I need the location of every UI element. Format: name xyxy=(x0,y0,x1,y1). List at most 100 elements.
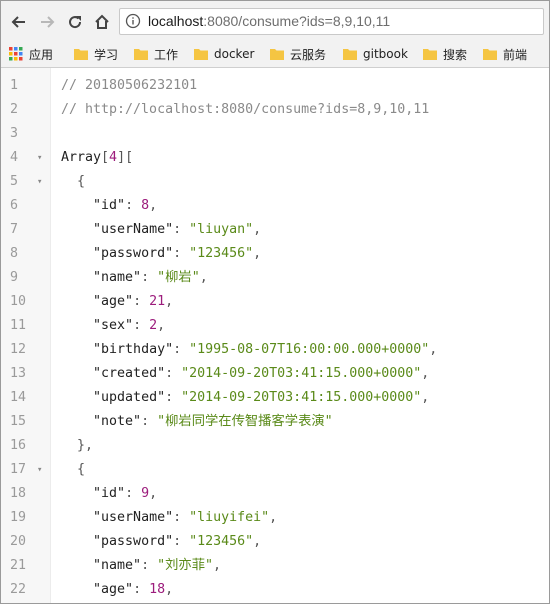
code-line: 3 xyxy=(1,122,549,146)
line-number: 8 xyxy=(10,246,19,261)
fold-toggle-icon[interactable]: ▾ xyxy=(37,170,45,194)
code-line: 22 "age": 18, xyxy=(1,578,549,602)
code-line: 15 "note": "柳岩同学在传智播客学表演" xyxy=(1,410,549,434)
comment-token: // 20180506232101 xyxy=(61,78,198,93)
string-token: "2014-09-20T03:41:15.000+0000" xyxy=(181,390,422,405)
line-number: 13 xyxy=(10,366,27,381)
line-number: 2 xyxy=(10,102,19,117)
bookmark-folder[interactable]: 前端 xyxy=(483,46,527,62)
json-viewer[interactable]: 1 // 20180506232101 2 // http://localhost:8… xyxy=(1,68,549,603)
punctuation-token xyxy=(61,318,93,333)
bookmark-apps[interactable]: 应用 xyxy=(9,46,53,62)
punctuation-token xyxy=(61,222,93,237)
string-token: "liuyifei" xyxy=(189,510,270,525)
code-text: "age": 18, xyxy=(61,578,173,602)
punctuation-token: , xyxy=(165,294,174,309)
punctuation-token: , xyxy=(253,222,262,237)
line-number: 12 xyxy=(10,342,27,357)
punctuation-token: : xyxy=(173,534,190,549)
line-number: 11 xyxy=(10,318,27,333)
string-token: "liuyan" xyxy=(189,222,254,237)
code-text: "sex": 2, xyxy=(61,314,165,338)
key-token: Array xyxy=(61,150,102,165)
code-line: 19 "userName": "liuyifei", xyxy=(1,506,549,530)
punctuation-token: , xyxy=(157,318,166,333)
line-number: 4 xyxy=(10,150,19,165)
punctuation-token xyxy=(61,534,93,549)
punctuation-token xyxy=(61,558,93,573)
string-token: "123456" xyxy=(189,534,254,549)
code-line: 8 "password": "123456", xyxy=(1,242,549,266)
string-token: "123456" xyxy=(189,246,254,261)
browser-toolbar: localhost:8080/consume?ids=8,9,10,11 xyxy=(1,1,549,41)
code-text: "userName": "liuyan", xyxy=(61,218,261,242)
punctuation-token: { xyxy=(61,174,86,189)
folder-icon xyxy=(74,49,88,60)
code-line: 2 // http://localhost:8080/consume?ids=8,… xyxy=(1,98,549,122)
code-text: "password": "123456", xyxy=(61,242,261,266)
address-bar[interactable]: localhost:8080/consume?ids=8,9,10,11 xyxy=(119,8,544,35)
punctuation-token: : xyxy=(173,510,190,525)
line-number: 19 xyxy=(10,510,27,525)
key-token: "password" xyxy=(93,246,174,261)
code-text: "birthday": "1995-08-07T16:00:00.000+000… xyxy=(61,338,437,362)
apps-grid-icon xyxy=(9,47,23,61)
punctuation-token: : xyxy=(125,198,142,213)
key-token: "age" xyxy=(93,294,134,309)
punctuation-token: , xyxy=(199,270,208,285)
bookmark-label: docker xyxy=(214,47,255,61)
url-host: localhost xyxy=(148,13,204,29)
number-token: 9 xyxy=(141,486,150,501)
punctuation-token: , xyxy=(149,198,158,213)
key-token: "id" xyxy=(93,198,126,213)
punctuation-token: , xyxy=(253,246,262,261)
punctuation-token: { xyxy=(61,462,86,477)
bookmark-label: 工作 xyxy=(154,47,179,62)
reload-icon xyxy=(69,16,82,29)
code-line: 4 ▾ Array[4][ xyxy=(1,146,549,170)
string-token: "1995-08-07T16:00:00.000+0000" xyxy=(189,342,430,357)
fold-toggle-icon[interactable]: ▾ xyxy=(37,458,45,482)
line-number: 3 xyxy=(10,126,19,141)
key-token: "password" xyxy=(93,534,174,549)
bookmark-folder[interactable]: 学习 xyxy=(74,46,118,62)
reload-button[interactable] xyxy=(63,10,87,34)
bookmark-folder[interactable]: 云服务 xyxy=(270,46,326,62)
code-text: "name": "刘亦菲", xyxy=(61,554,221,578)
punctuation-token: }, xyxy=(61,438,94,453)
folder-icon xyxy=(194,49,208,60)
code-line: 17 ▾ { xyxy=(1,458,549,482)
bookmark-label: 前端 xyxy=(503,47,528,62)
punctuation-token: , xyxy=(429,342,438,357)
punctuation-token xyxy=(61,198,93,213)
line-number: 14 xyxy=(10,390,27,405)
number-token: 21 xyxy=(149,294,166,309)
url-text[interactable]: localhost:8080/consume?ids=8,9,10,11 xyxy=(148,13,390,29)
string-token: "柳岩" xyxy=(157,270,200,285)
back-button[interactable] xyxy=(7,10,31,34)
bookmark-folder[interactable]: docker xyxy=(194,46,254,62)
punctuation-token: : xyxy=(141,558,158,573)
key-token: "birthday" xyxy=(93,342,174,357)
bookmark-folder[interactable]: gitbook xyxy=(343,46,408,62)
code-line: 1 // 20180506232101 xyxy=(1,74,549,98)
punctuation-token: : xyxy=(125,486,142,501)
line-number: 17 xyxy=(10,462,27,477)
code-line: 14 "updated": "2014-09-20T03:41:15.000+0… xyxy=(1,386,549,410)
back-arrow-icon xyxy=(11,16,25,28)
code-text: // 20180506232101 xyxy=(61,74,197,98)
key-token: "id" xyxy=(93,486,126,501)
info-icon[interactable] xyxy=(125,13,141,29)
code-text: "name": "柳岩", xyxy=(61,266,208,290)
bookmark-folder[interactable]: 工作 xyxy=(134,46,178,62)
folder-icon xyxy=(483,49,497,60)
fold-toggle-icon[interactable]: ▾ xyxy=(37,146,45,170)
punctuation-token: : xyxy=(173,246,190,261)
bookmark-folder[interactable]: 搜索 xyxy=(423,46,467,62)
url-path: :8080/consume?ids=8,9,10,11 xyxy=(203,13,391,29)
home-button[interactable] xyxy=(90,10,114,34)
forward-button[interactable] xyxy=(35,10,59,34)
key-token: "sex" xyxy=(93,318,134,333)
punctuation-token: , xyxy=(421,366,430,381)
punctuation-token xyxy=(61,510,93,525)
